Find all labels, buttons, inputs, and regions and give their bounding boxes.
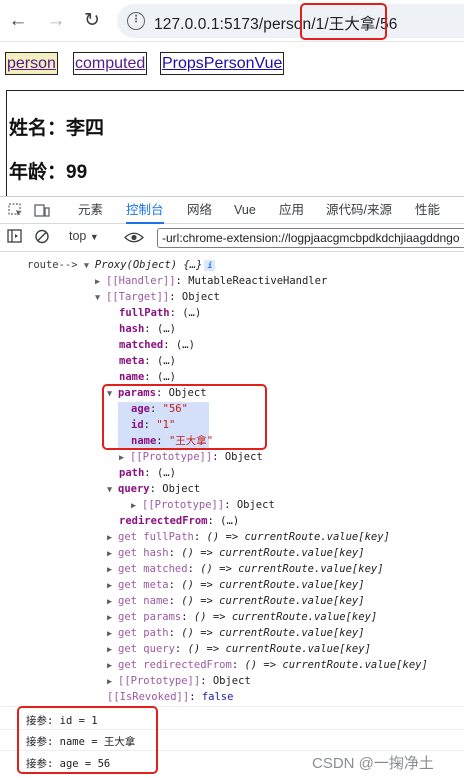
getter-prefix: get bbox=[118, 611, 137, 623]
expand-arrow-icon[interactable]: ▶ bbox=[107, 642, 118, 658]
getter-body: () => currentRoute.value[key] bbox=[200, 563, 384, 575]
getter-body: () => currentRoute.value[key] bbox=[181, 547, 365, 559]
console-row-getter[interactable]: ▶ get params: () => currentRoute.value[ke… bbox=[107, 609, 377, 625]
console-row-handler[interactable]: ▶ [[Handler]]: MutableReactiveHandler bbox=[95, 273, 327, 289]
console-row-query[interactable]: ▼ query: Object bbox=[107, 481, 200, 497]
expand-arrow-icon[interactable]: ▶ bbox=[107, 578, 118, 594]
console-row-matched[interactable]: matched: (…) bbox=[119, 337, 195, 353]
getter-key: matched bbox=[143, 563, 188, 575]
getter-key: redirectedFrom bbox=[143, 659, 232, 671]
console-filter-input[interactable]: -url:chrome-extension://logpjaacgmcbpdkd… bbox=[157, 228, 464, 248]
getter-body: () => currentRoute.value[key] bbox=[181, 595, 365, 607]
tab-performance[interactable]: 性能 bbox=[415, 197, 440, 224]
tab-application[interactable]: 应用 bbox=[279, 197, 304, 224]
console-row-getter[interactable]: ▶ get hash: () => currentRoute.value[key] bbox=[107, 545, 365, 561]
getter-key: hash bbox=[143, 547, 169, 559]
console-row-getter[interactable]: ▶ get matched: () => currentRoute.value[k… bbox=[107, 561, 384, 577]
getter-prefix: get bbox=[118, 659, 137, 671]
expand-arrow-icon[interactable]: ▶ bbox=[107, 594, 118, 610]
console-row-root[interactable]: route--> ▼ Proxy(Object) {…} i bbox=[27, 257, 216, 273]
params-highlight-box bbox=[102, 384, 267, 450]
age-text: 年龄：99 bbox=[9, 162, 88, 183]
link-props-person-vue[interactable]: PropsPersonVue bbox=[160, 52, 285, 75]
console-row-getter[interactable]: ▶ get meta: () => currentRoute.value[key] bbox=[107, 577, 365, 593]
link-person[interactable]: person bbox=[5, 52, 58, 75]
console-row-redirected-from[interactable]: redirectedFrom: (…) bbox=[119, 513, 239, 529]
expand-arrow-icon[interactable]: ▶ bbox=[107, 530, 118, 546]
getter-body: () => currentRoute.value[key] bbox=[181, 627, 365, 639]
console-row-fullpath[interactable]: fullPath: (…) bbox=[119, 305, 201, 321]
console-row-params-prototype[interactable]: ▶ [[Prototype]]: Object bbox=[119, 449, 263, 465]
getter-prefix: get bbox=[118, 595, 137, 607]
console-row-getter[interactable]: ▶ get fullPath: () => currentRoute.value[… bbox=[107, 529, 390, 545]
clear-console-icon[interactable] bbox=[34, 229, 50, 244]
sidebar-toggle-icon[interactable] bbox=[7, 229, 23, 244]
forward-arrow-icon[interactable]: → bbox=[44, 9, 68, 33]
getter-prefix: get bbox=[118, 643, 137, 655]
tab-sources[interactable]: 源代码/来源 bbox=[326, 197, 392, 224]
live-expression-eye-icon[interactable] bbox=[124, 230, 144, 245]
getter-prefix: get bbox=[118, 563, 137, 575]
inspect-element-icon[interactable] bbox=[8, 203, 24, 218]
name-text: 姓名：李四 bbox=[9, 118, 105, 139]
expand-arrow-icon[interactable]: ▶ bbox=[107, 610, 118, 626]
console-row-hash[interactable]: hash: (…) bbox=[119, 321, 176, 337]
getter-prefix: get bbox=[118, 547, 137, 559]
getter-body: () => currentRoute.value[key] bbox=[187, 643, 371, 655]
info-icon: i bbox=[204, 259, 216, 271]
getter-prefix: get bbox=[118, 627, 137, 639]
person-view: 姓名：李四 年龄：99 bbox=[6, 90, 464, 200]
watermark: CSDN @一掬净土 bbox=[312, 755, 434, 772]
expand-arrow-icon[interactable]: ▶ bbox=[107, 658, 118, 674]
site-info-icon[interactable]: ⋮ bbox=[127, 12, 145, 30]
dropdown-arrow-icon: ▼ bbox=[89, 232, 99, 242]
getter-key: query bbox=[143, 643, 175, 655]
expand-arrow-icon[interactable]: ▶ bbox=[107, 546, 118, 562]
context-label: top bbox=[69, 229, 87, 243]
console-row-target-prototype[interactable]: ▶ [[Prototype]]: Object bbox=[107, 673, 251, 689]
console-row-getter[interactable]: ▶ get path: () => currentRoute.value[key] bbox=[107, 625, 365, 641]
getter-body: () => currentRoute.value[key] bbox=[244, 659, 428, 671]
devtools-tab-bar: 元素 控制台 网络 Vue 应用 源代码/来源 性能 bbox=[0, 197, 464, 224]
console-row-target[interactable]: ▼ [[Target]]: Object bbox=[95, 289, 220, 305]
getter-key: name bbox=[143, 595, 169, 607]
console-row-path[interactable]: path: (…) bbox=[119, 465, 176, 481]
browser-toolbar: ← → ↻ ⋮ 127.0.0.1:5173/person/1/王大拿/56 bbox=[0, 0, 464, 42]
console-row-is-revoked[interactable]: [[IsRevoked]]: false bbox=[107, 689, 233, 705]
console-row-getter[interactable]: ▶ get query: () => currentRoute.value[key… bbox=[107, 641, 371, 657]
address-bar[interactable]: ⋮ 127.0.0.1:5173/person/1/王大拿/56 bbox=[117, 4, 464, 38]
link-computed[interactable]: computed bbox=[73, 52, 148, 75]
expand-arrow-icon[interactable]: ▶ bbox=[107, 626, 118, 642]
tab-vue[interactable]: Vue bbox=[234, 197, 256, 224]
console-toolbar: top ▼ -url:chrome-extension://logpjaacgm… bbox=[0, 224, 464, 252]
console-row-name[interactable]: name: (…) bbox=[119, 369, 176, 385]
getter-key: meta bbox=[143, 579, 169, 591]
url-highlight-box bbox=[300, 3, 387, 40]
console-row-getter[interactable]: ▶ get redirectedFrom: () => currentRoute.… bbox=[107, 657, 428, 673]
console-row-getter[interactable]: ▶ get name: () => currentRoute.value[key] bbox=[107, 593, 365, 609]
getter-body: () => currentRoute.value[key] bbox=[181, 579, 365, 591]
getter-key: params bbox=[143, 611, 182, 623]
device-toolbar-icon[interactable] bbox=[34, 203, 50, 218]
console-row-meta[interactable]: meta: (…) bbox=[119, 353, 176, 369]
console-row-query-prototype[interactable]: ▶ [[Prototype]]: Object bbox=[131, 497, 275, 513]
logs-highlight-box bbox=[17, 706, 158, 774]
reload-icon[interactable]: ↻ bbox=[80, 9, 104, 33]
tab-console[interactable]: 控制台 bbox=[126, 197, 164, 224]
back-arrow-icon[interactable]: ← bbox=[6, 9, 30, 33]
context-select[interactable]: top ▼ bbox=[69, 229, 99, 243]
getter-key: fullPath bbox=[143, 531, 194, 543]
tab-elements[interactable]: 元素 bbox=[78, 197, 103, 224]
getter-prefix: get bbox=[118, 531, 137, 543]
getter-prefix: get bbox=[118, 579, 137, 591]
getter-body: () => currentRoute.value[key] bbox=[206, 531, 390, 543]
getter-body: () => currentRoute.value[key] bbox=[193, 611, 378, 623]
getter-key: path bbox=[143, 627, 169, 639]
expand-arrow-icon[interactable]: ▶ bbox=[107, 562, 118, 578]
tab-network[interactable]: 网络 bbox=[187, 197, 212, 224]
